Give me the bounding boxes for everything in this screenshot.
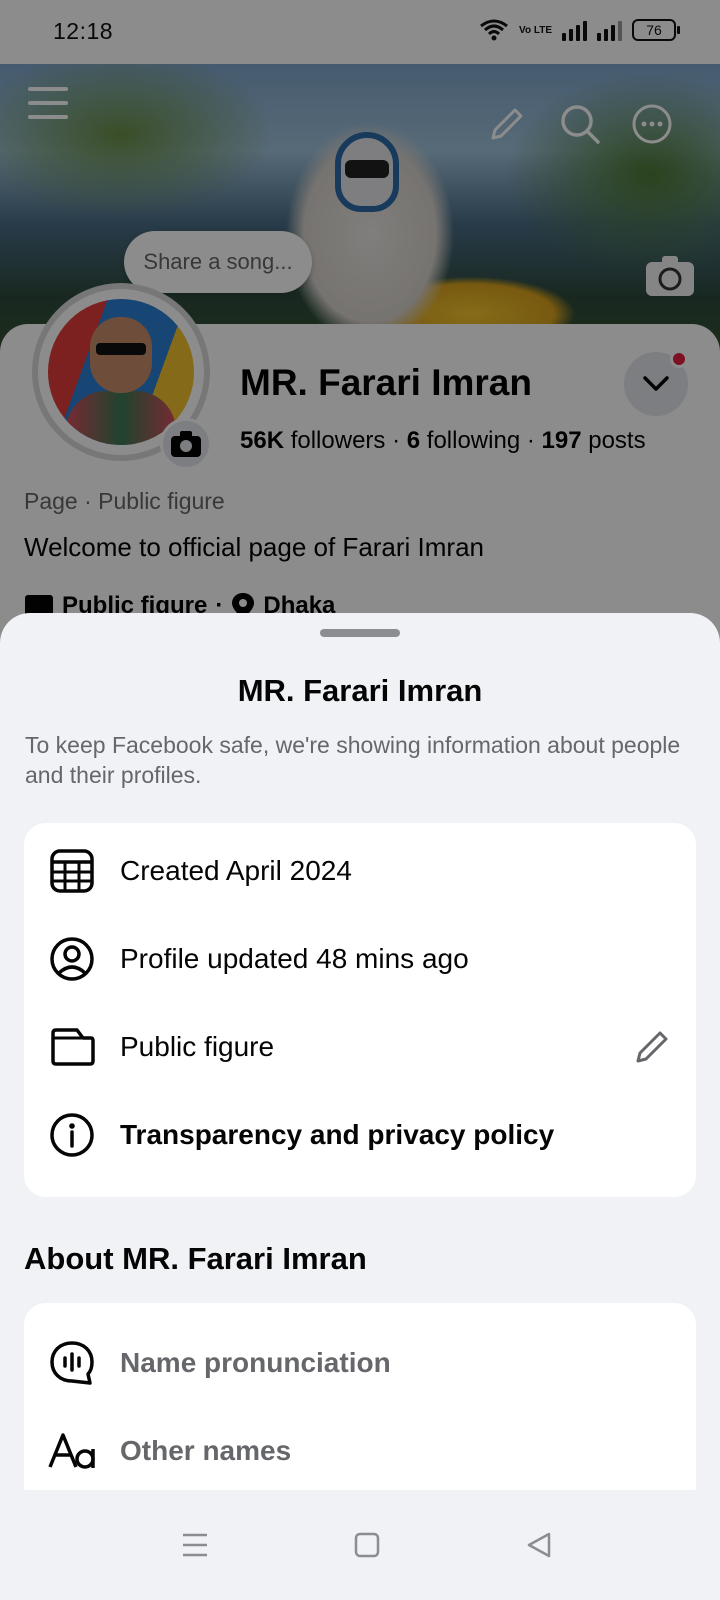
pencil-icon <box>636 1031 668 1063</box>
recents-button[interactable] <box>170 1520 220 1570</box>
voice-bubble-icon <box>48 1339 96 1387</box>
about-section-title: About MR. Farari Imran <box>24 1241 367 1276</box>
profile-circle-icon <box>48 935 96 983</box>
system-nav-bar <box>0 1490 720 1600</box>
edit-category-button[interactable] <box>630 1025 674 1069</box>
info-row-label: Public figure <box>120 1031 275 1062</box>
about-row-label: Name pronunciation <box>120 1347 391 1378</box>
home-icon <box>354 1532 380 1558</box>
back-button[interactable] <box>514 1520 564 1570</box>
transparency-card: Created April 2024 Profile updated 48 mi… <box>24 823 696 1197</box>
about-row-other-names[interactable]: Other names <box>24 1407 696 1495</box>
info-row-transparency[interactable]: Transparency and privacy policy <box>24 1091 696 1179</box>
back-triangle-icon <box>527 1532 551 1558</box>
info-row-category[interactable]: Public figure <box>24 1003 696 1091</box>
info-row-label: Created April 2024 <box>120 855 352 886</box>
recents-icon <box>183 1533 207 1557</box>
about-row-label: Other names <box>120 1435 292 1466</box>
text-aa-icon <box>48 1427 96 1475</box>
info-row-created: Created April 2024 <box>24 827 696 915</box>
transparency-policy-link[interactable]: Transparency and privacy policy <box>120 1091 554 1179</box>
sheet-description: To keep Facebook safe, we're showing inf… <box>25 732 681 788</box>
info-row-updated: Profile updated 48 mins ago <box>24 915 696 1003</box>
calendar-icon <box>48 847 96 895</box>
about-row-pronunciation[interactable]: Name pronunciation <box>24 1319 696 1407</box>
sheet-drag-handle[interactable] <box>320 629 400 637</box>
profile-transparency-sheet: MR. Farari Imran To keep Facebook safe, … <box>0 613 720 1600</box>
about-card: Name pronunciation Other names <box>24 1303 696 1509</box>
info-icon <box>48 1111 96 1159</box>
home-button[interactable] <box>342 1520 392 1570</box>
folder-icon <box>48 1023 96 1071</box>
info-row-label: Profile updated 48 mins ago <box>120 943 469 974</box>
sheet-title: MR. Farari Imran <box>237 673 483 708</box>
